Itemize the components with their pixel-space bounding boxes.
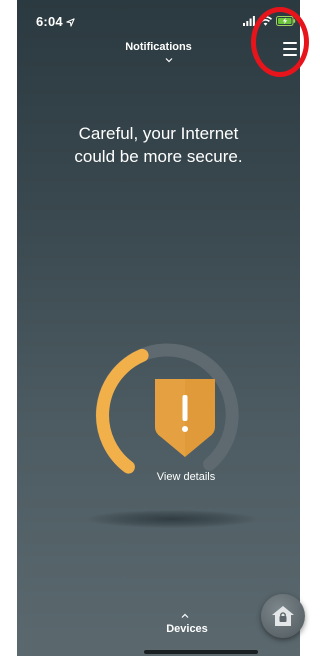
signal-icon	[243, 16, 255, 26]
page-title[interactable]: Notifications	[17, 41, 300, 53]
warning-shield-icon[interactable]	[151, 377, 219, 459]
house-lock-icon	[272, 606, 294, 626]
status-time-text: 6:04	[36, 14, 63, 29]
menu-button[interactable]	[283, 40, 300, 58]
hamburger-menu-icon-bar	[283, 54, 297, 56]
phone-frame: 6:04 Notifications Careful, your Interne…	[17, 0, 300, 656]
status-icons	[243, 14, 296, 28]
alert-line-2: could be more secure.	[74, 147, 243, 166]
devices-tab[interactable]: Devices	[117, 623, 257, 635]
security-alert-message: Careful, your Internet could be more sec…	[27, 122, 290, 168]
home-indicator[interactable]	[144, 650, 258, 654]
status-time: 6:04	[36, 14, 75, 29]
hamburger-menu-icon-bar	[283, 48, 297, 50]
status-bar: 6:04	[17, 0, 300, 40]
chevron-down-icon[interactable]	[165, 57, 173, 63]
view-details-link[interactable]: View details	[121, 471, 251, 483]
chevron-up-icon[interactable]	[181, 613, 189, 619]
home-lock-button[interactable]	[261, 594, 305, 638]
gauge-shadow	[87, 510, 257, 528]
app-screen: 6:04 Notifications Careful, your Interne…	[17, 0, 300, 656]
alert-line-1: Careful, your Internet	[78, 124, 239, 143]
wifi-icon	[259, 16, 272, 26]
location-arrow-icon	[66, 18, 75, 27]
gauge-fill	[96, 348, 149, 474]
battery-charging-icon	[276, 16, 296, 26]
hamburger-menu-icon	[283, 42, 297, 44]
